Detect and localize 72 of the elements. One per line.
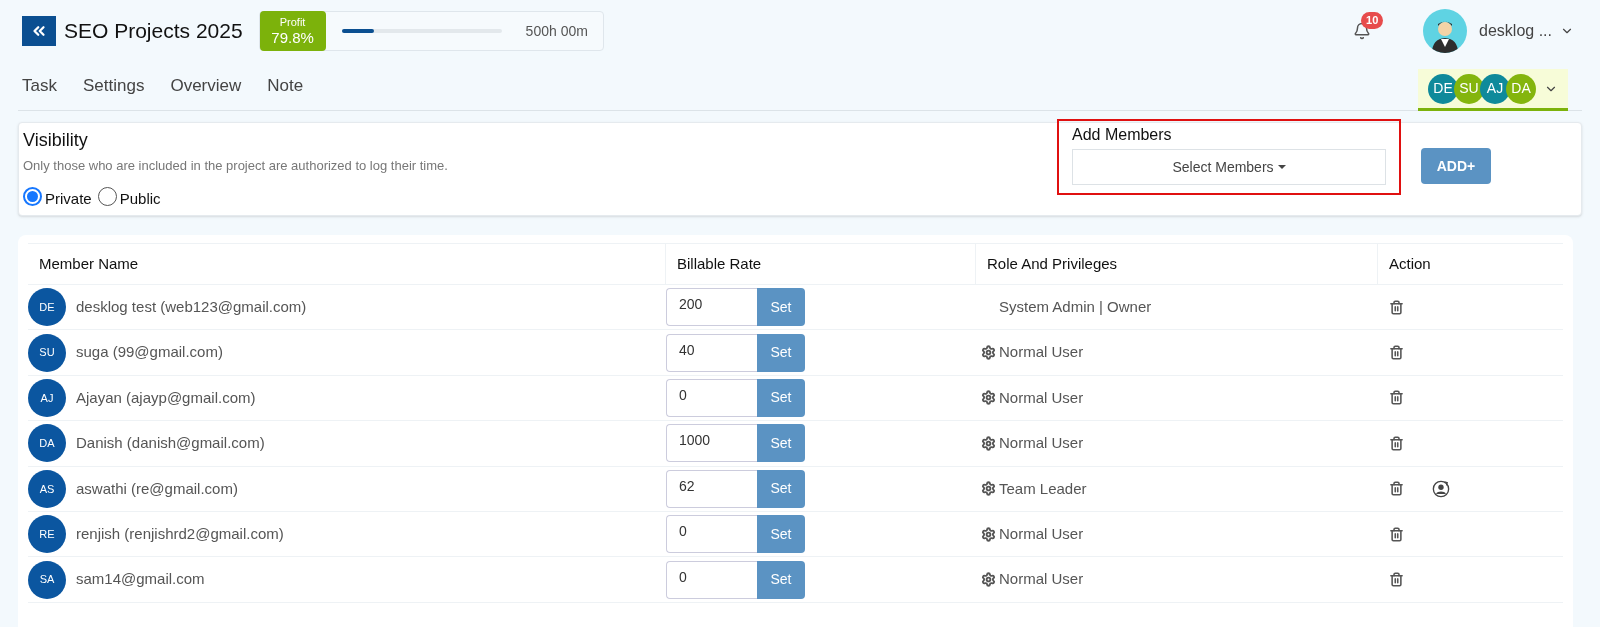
visibility-description: Only those who are included in the project are authorized to log their time. [23,157,449,175]
member-initials-avatar: SA [28,560,66,599]
visibility-title: Visibility [23,129,89,152]
user-name[interactable]: desklog ... [1479,19,1552,43]
gear-icon[interactable] [981,390,996,406]
radio-button[interactable] [23,187,42,207]
profit-label: Profit [279,17,306,28]
member-name: suga (99@gmail.com) [76,342,223,363]
rate-input[interactable]: 62 [666,469,757,508]
role-label: Normal User [999,569,1084,590]
bell-icon[interactable] [1353,22,1372,40]
user-rotate-icon[interactable] [1432,479,1450,498]
member-avatar: DE [1428,73,1458,104]
member-initials-avatar: DE [28,288,66,327]
gear-icon[interactable] [981,526,996,542]
member-avatar: SU [1454,73,1484,104]
member-name: renjish (renjishrd2@gmail.com) [76,523,284,544]
back-button[interactable] [22,16,56,46]
column-header: Member Name [39,253,139,274]
radio-label: Public [119,188,161,209]
rate-input[interactable]: 40 [666,333,757,372]
trash-icon[interactable] [1389,526,1404,542]
role-label: Normal User [999,387,1084,408]
radio-label: Private [45,188,92,209]
column-header: Billable Rate [677,253,762,274]
member-name: desklog test (web123@gmail.com) [76,296,307,317]
notification-count: 10 [1361,12,1384,29]
trash-icon[interactable] [1389,345,1404,361]
role-label: System Admin | Owner [999,296,1152,317]
member-name: Danish (danish@gmail.com) [76,433,265,454]
trash-icon[interactable] [1389,481,1404,497]
member-initials-avatar: SU [28,333,66,372]
role-label: Normal User [999,523,1084,544]
caret-icon [1277,165,1286,169]
member-initials-avatar: AJ [28,378,66,417]
gear-icon[interactable] [981,435,996,451]
project-title: SEO Projects 2025 [64,18,243,45]
member-initials-avatar: AS [28,469,66,508]
rate-input[interactable]: 200 [666,288,757,327]
nav-tab[interactable]: Overview [170,72,242,98]
trash-icon[interactable] [1389,435,1404,451]
trash-icon[interactable] [1389,390,1404,406]
nav-tab[interactable]: Settings [82,72,145,98]
rate-input[interactable]: 0 [666,560,757,599]
member-name: sam14@gmail.com [76,569,205,590]
member-initials-avatar: RE [28,515,66,554]
member-initials-avatar: DA [28,424,66,463]
gear-icon[interactable] [981,481,996,497]
gear-icon[interactable] [981,345,996,361]
role-label: Normal User [999,342,1084,363]
select-members-dropdown[interactable]: Select Members [1072,149,1386,185]
profit-value: 79.8% [271,30,314,45]
role-label: Team Leader [999,478,1087,499]
rate-input[interactable]: 0 [666,378,757,417]
add-members-title: Add Members [1072,125,1173,145]
member-name: aswathi (re@gmail.com) [76,478,238,499]
column-header: Action [1389,253,1431,274]
member-avatar: AJ [1480,73,1510,104]
nav-tab[interactable]: Task [22,72,57,98]
trash-icon[interactable] [1389,572,1404,588]
user-avatar[interactable] [1423,9,1468,53]
team-avatars-dropdown[interactable]: DE SU AJ DA [1418,69,1568,111]
trash-icon[interactable] [1389,299,1404,315]
nav-tab[interactable]: Note [267,72,304,98]
role-label: Normal User [999,433,1084,454]
column-header: Role And Privileges [987,253,1118,274]
rate-input[interactable]: 1000 [666,424,757,463]
member-name: Ajayan (ajayp@gmail.com) [76,387,256,408]
hours-reading: 500h 00m [525,21,588,41]
gear-icon[interactable] [981,572,996,588]
member-avatar: DA [1506,73,1536,104]
rate-input[interactable]: 0 [666,515,757,554]
